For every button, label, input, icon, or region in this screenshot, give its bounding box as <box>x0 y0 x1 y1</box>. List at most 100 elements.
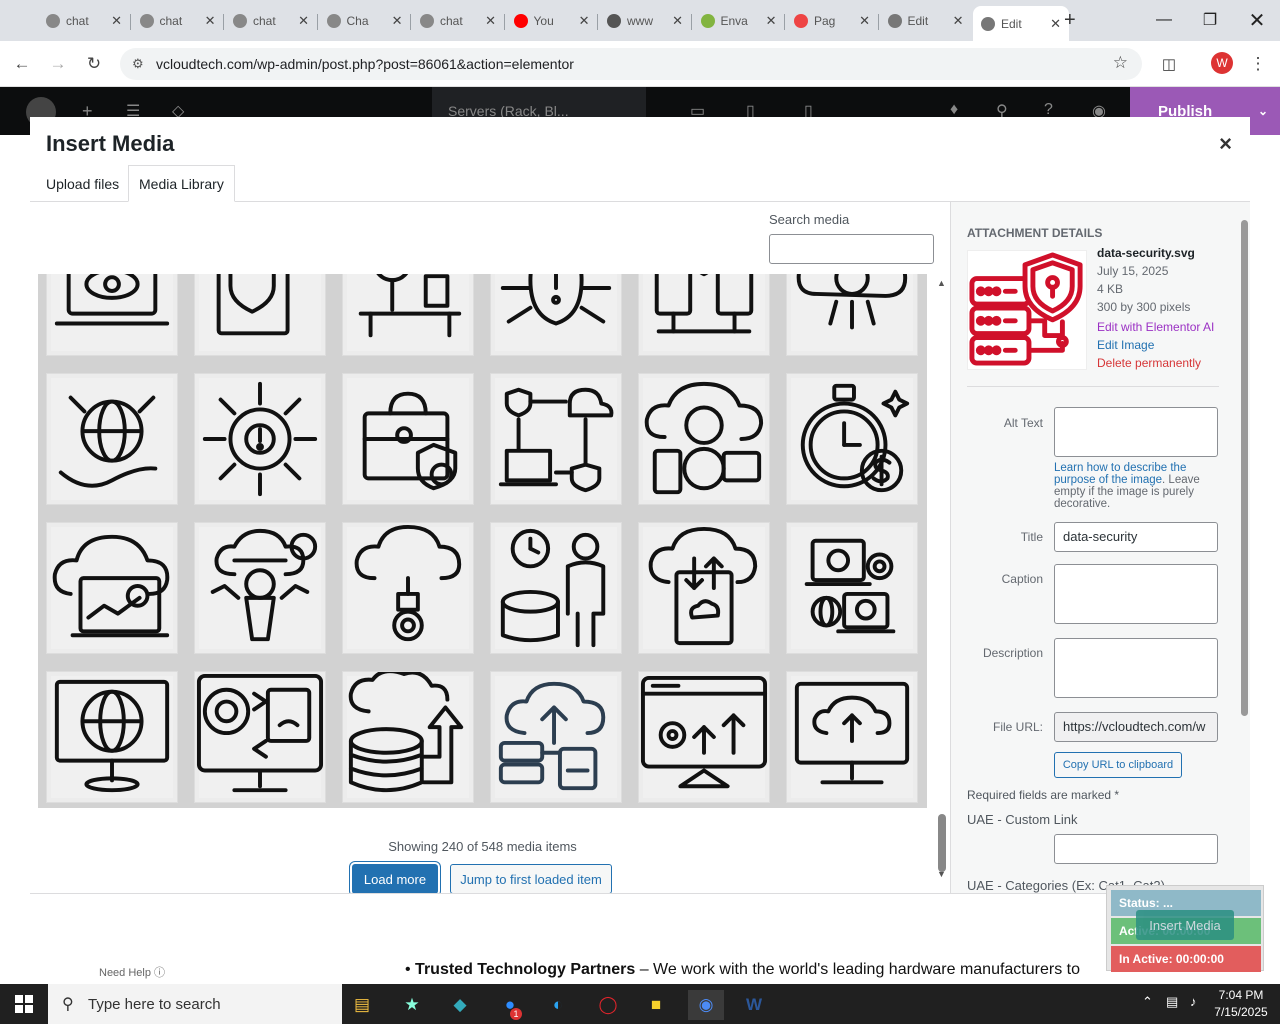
scroll-up-icon[interactable]: ▲ <box>937 278 946 288</box>
media-thumbnail[interactable] <box>786 274 918 356</box>
volume-icon[interactable]: ♪ <box>1190 994 1197 1009</box>
browser-tab[interactable]: chat ✕ <box>38 6 130 36</box>
close-window-icon[interactable]: ✕ <box>1234 0 1280 40</box>
file-explorer-icon[interactable]: ▤ <box>344 990 380 1020</box>
description-field[interactable] <box>1054 638 1218 698</box>
back-icon[interactable]: ← <box>8 50 36 78</box>
browser-tab[interactable]: www ✕ <box>599 6 691 36</box>
word-icon[interactable]: W <box>736 990 772 1020</box>
media-thumbnail[interactable] <box>194 522 326 654</box>
menu-kebab-icon[interactable]: ⋮ <box>1244 50 1272 78</box>
reload-icon[interactable]: ↻ <box>80 50 108 78</box>
sticky-notes-icon[interactable]: ■ <box>638 990 674 1020</box>
taskbar-search[interactable]: ⚲ Type here to search <box>48 984 342 1024</box>
app-diamond-icon[interactable]: ◆ <box>442 990 478 1020</box>
close-tab-icon[interactable]: ✕ <box>392 13 403 29</box>
media-thumbnail[interactable] <box>194 274 326 356</box>
edit-with-ai-link[interactable]: Edit with Elementor AI <box>1097 320 1214 334</box>
forward-icon[interactable]: → <box>44 50 72 78</box>
uae-custom-link-field[interactable] <box>1054 834 1218 864</box>
media-thumbnail[interactable] <box>638 274 770 356</box>
browser-tab[interactable]: Pag ✕ <box>786 6 878 36</box>
browser-tab[interactable]: chat ✕ <box>412 6 504 36</box>
chevron-down-icon[interactable]: ⌄ <box>1258 104 1268 118</box>
browser-tab[interactable]: You ✕ <box>506 6 598 36</box>
new-tab-button[interactable]: + <box>1064 9 1076 32</box>
bookmark-star-icon[interactable]: ☆ <box>1113 53 1128 73</box>
copy-url-button[interactable]: Copy URL to clipboard <box>1054 752 1182 778</box>
media-grid-scrollbar[interactable]: ▲ ▼ <box>934 274 950 879</box>
close-tab-icon[interactable]: ✕ <box>859 13 870 29</box>
opera-icon[interactable]: ◯ <box>590 990 626 1020</box>
search-media-input[interactable] <box>769 234 934 264</box>
sidebar-scrollbar[interactable] <box>1239 202 1250 894</box>
media-thumbnail[interactable] <box>342 373 474 505</box>
close-tab-icon[interactable]: ✕ <box>111 13 122 29</box>
chrome-icon[interactable]: ◉ <box>688 990 724 1020</box>
scroll-down-icon[interactable]: ▼ <box>937 869 946 879</box>
media-thumbnail[interactable] <box>342 522 474 654</box>
media-thumbnail[interactable] <box>786 373 918 505</box>
network-icon[interactable]: ▤ <box>1166 994 1178 1010</box>
scroll-thumb[interactable] <box>938 814 946 872</box>
file-url-field[interactable]: https://vcloudtech.com/w <box>1054 712 1218 742</box>
browser-tab[interactable]: Cha ✕ <box>319 6 411 36</box>
sidebar-scroll-thumb[interactable] <box>1241 220 1248 716</box>
close-tab-icon[interactable]: ✕ <box>205 13 216 29</box>
url-field[interactable]: ⚙ vcloudtech.com/wp-admin/post.php?post=… <box>120 48 1142 80</box>
media-thumbnail[interactable] <box>786 671 918 803</box>
tab-upload-files[interactable]: Upload files <box>36 165 129 202</box>
load-more-button[interactable]: Load more <box>352 864 438 894</box>
zoom-icon[interactable]: ● 1 <box>492 990 528 1020</box>
jump-first-loaded-button[interactable]: Jump to first loaded item <box>450 864 612 894</box>
minimize-icon[interactable]: — <box>1141 0 1187 40</box>
taskbar-clock[interactable]: 7:04 PM 7/15/2025 <box>1208 987 1274 1021</box>
browser-tab[interactable]: chat ✕ <box>132 6 224 36</box>
caption-label: Caption <box>1001 572 1043 586</box>
browser-tab[interactable]: chat ✕ <box>225 6 317 36</box>
need-help-link[interactable]: Need Help ⓘ <box>99 964 165 980</box>
profile-avatar[interactable]: W <box>1211 52 1233 74</box>
tray-chevron-icon[interactable]: ⌃ <box>1142 994 1153 1010</box>
site-info-icon[interactable]: ⚙ <box>132 56 144 72</box>
close-icon[interactable]: × <box>1219 131 1232 157</box>
media-thumbnail[interactable] <box>46 671 178 803</box>
windows-start-icon[interactable] <box>0 984 48 1024</box>
delete-permanently-link[interactable]: Delete permanently <box>1097 356 1201 370</box>
edge-icon[interactable]: ◐ <box>540 990 576 1020</box>
alt-text-field[interactable] <box>1054 407 1218 457</box>
browser-tab[interactable]: Edit ✕ <box>880 6 972 36</box>
media-thumbnail[interactable] <box>194 373 326 505</box>
browser-tab[interactable]: Edit ✕ <box>973 6 1069 41</box>
media-thumbnail[interactable] <box>46 274 178 356</box>
media-thumbnail[interactable] <box>342 274 474 356</box>
close-tab-icon[interactable]: ✕ <box>953 13 964 29</box>
close-tab-icon[interactable]: ✕ <box>1050 16 1061 32</box>
browser-tab[interactable]: Enva ✕ <box>693 6 785 36</box>
close-tab-icon[interactable]: ✕ <box>298 13 309 29</box>
media-thumbnail[interactable] <box>638 373 770 505</box>
close-tab-icon[interactable]: ✕ <box>766 13 777 29</box>
media-thumbnail[interactable] <box>46 373 178 505</box>
edit-image-link[interactable]: Edit Image <box>1097 338 1154 352</box>
media-thumbnail[interactable] <box>638 522 770 654</box>
media-thumbnail[interactable] <box>342 669 474 803</box>
caption-field[interactable] <box>1054 564 1218 624</box>
paint-icon[interactable]: ★ <box>394 990 430 1020</box>
title-field[interactable]: data-security <box>1054 522 1218 552</box>
close-tab-icon[interactable]: ✕ <box>485 13 496 29</box>
tab-media-library[interactable]: Media Library <box>128 165 235 202</box>
media-thumbnail[interactable] <box>194 671 326 803</box>
close-tab-icon[interactable]: ✕ <box>672 13 683 29</box>
restore-icon[interactable]: ❐ <box>1187 0 1233 40</box>
media-thumbnail[interactable] <box>638 671 770 803</box>
insert-media-button[interactable]: Insert Media <box>1136 910 1234 940</box>
media-thumbnail[interactable] <box>490 671 622 803</box>
media-thumbnail[interactable] <box>490 373 622 505</box>
media-thumbnail[interactable] <box>490 274 622 356</box>
extensions-icon[interactable]: ◫ <box>1155 50 1183 78</box>
close-tab-icon[interactable]: ✕ <box>579 13 590 29</box>
media-thumbnail[interactable] <box>46 522 178 654</box>
media-thumbnail[interactable] <box>490 522 622 654</box>
media-thumbnail[interactable] <box>786 522 918 654</box>
